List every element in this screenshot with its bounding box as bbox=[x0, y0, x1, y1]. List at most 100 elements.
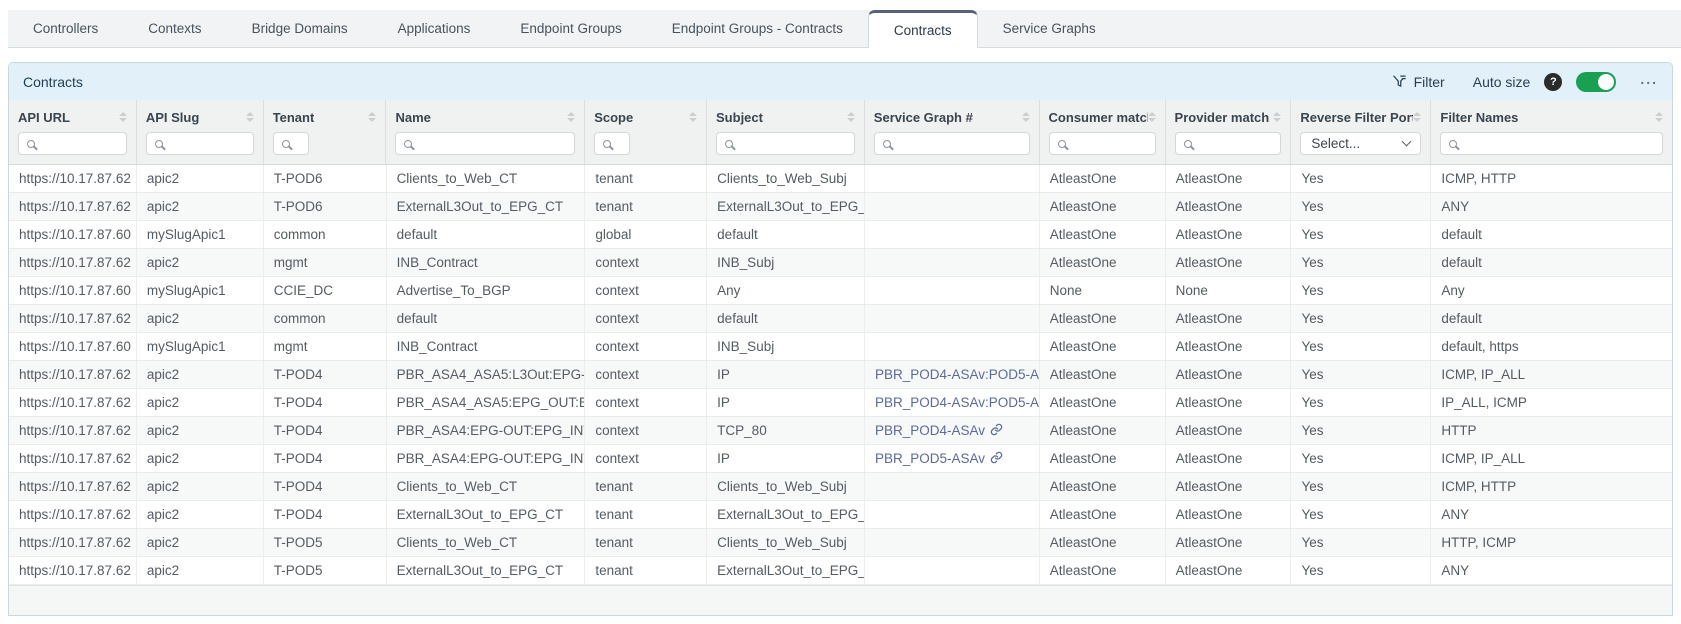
sort-icon[interactable] bbox=[1273, 112, 1281, 122]
cell-reverse_filter_ports: Yes bbox=[1291, 389, 1431, 416]
cell-reverse_filter_ports: Yes bbox=[1291, 193, 1431, 220]
column-search-input[interactable] bbox=[716, 132, 855, 155]
column-search-input[interactable] bbox=[146, 132, 254, 155]
column-search-input[interactable] bbox=[1440, 132, 1663, 155]
service-graph-link[interactable]: PBR_POD4-ASAv:POD5-ASAv bbox=[875, 367, 1040, 383]
sort-icon[interactable] bbox=[246, 112, 254, 122]
column-search-input[interactable] bbox=[395, 132, 575, 155]
table-row[interactable]: https://10.17.87.62apic2commondefaultcon… bbox=[9, 305, 1672, 333]
tab-endpoint-groups-contracts[interactable]: Endpoint Groups - Contracts bbox=[647, 10, 868, 47]
cell-consumer_match: AtleastOne bbox=[1040, 165, 1166, 192]
cell-provider_match: AtleastOne bbox=[1166, 305, 1292, 332]
column-header-api_url: API URL bbox=[9, 100, 137, 164]
help-icon[interactable]: ? bbox=[1544, 73, 1562, 91]
tab-service-graphs[interactable]: Service Graphs bbox=[978, 10, 1121, 47]
cell-consumer_match: AtleastOne bbox=[1040, 417, 1166, 444]
service-graph-link[interactable]: PBR_POD4-ASAv:POD5-ASAv bbox=[875, 395, 1040, 411]
cell-subject: IP bbox=[707, 445, 865, 472]
table-row[interactable]: https://10.17.87.62apic2T-POD4Clients_to… bbox=[9, 473, 1672, 501]
cell-subject: TCP_80 bbox=[707, 417, 865, 444]
search-icon bbox=[725, 140, 733, 148]
cell-filter_names: ANY bbox=[1431, 557, 1672, 584]
column-search-input[interactable] bbox=[1049, 132, 1156, 155]
cell-filter_names: HTTP, ICMP bbox=[1431, 529, 1672, 556]
column-search-input[interactable] bbox=[874, 132, 1030, 155]
service-graph-link[interactable]: PBR_POD5-ASAv bbox=[875, 451, 1003, 467]
column-header-label[interactable]: Service Graph # bbox=[874, 110, 973, 125]
tab-bridge-domains[interactable]: Bridge Domains bbox=[227, 10, 373, 47]
panel-toolbar: Filter Auto size ? ... bbox=[1392, 71, 1658, 93]
sort-icon[interactable] bbox=[689, 112, 697, 122]
cell-consumer_match: AtleastOne bbox=[1040, 193, 1166, 220]
cell-service_graph bbox=[865, 333, 1040, 360]
column-header-label[interactable]: Subject bbox=[716, 110, 763, 125]
table-row[interactable]: https://10.17.87.62apic2T-POD4ExternalL3… bbox=[9, 501, 1672, 529]
cell-subject: Clients_to_Web_Subj bbox=[707, 473, 865, 500]
column-header-label[interactable]: API Slug bbox=[146, 110, 199, 125]
sort-icon[interactable] bbox=[1022, 112, 1030, 122]
cell-name: ExternalL3Out_to_EPG_CT bbox=[387, 557, 586, 584]
sort-icon[interactable] bbox=[847, 112, 855, 122]
sort-icon[interactable] bbox=[368, 112, 376, 122]
tab-endpoint-groups[interactable]: Endpoint Groups bbox=[495, 10, 646, 47]
column-header-label[interactable]: Reverse Filter Ports bbox=[1300, 110, 1413, 125]
auto-size-toggle[interactable] bbox=[1576, 72, 1616, 92]
sort-icon[interactable] bbox=[567, 112, 575, 122]
cell-service_graph: PBR_POD4-ASAv:POD5-ASAv bbox=[865, 361, 1040, 388]
cell-api_slug: apic2 bbox=[137, 529, 264, 556]
sort-icon[interactable] bbox=[1655, 112, 1663, 122]
cell-reverse_filter_ports: Yes bbox=[1291, 445, 1431, 472]
tab-contracts[interactable]: Contracts bbox=[868, 10, 978, 48]
column-filter bbox=[395, 132, 575, 155]
table-row[interactable]: https://10.17.87.62apic2T-POD4PBR_ASA4_A… bbox=[9, 361, 1672, 389]
table-row[interactable]: https://10.17.87.62apic2T-POD4PBR_ASA4:E… bbox=[9, 445, 1672, 473]
tab-applications[interactable]: Applications bbox=[373, 10, 496, 47]
cell-scope: tenant bbox=[585, 529, 707, 556]
column-filter bbox=[1049, 132, 1156, 155]
sort-icon[interactable] bbox=[1413, 112, 1421, 122]
service-graph-link[interactable]: PBR_POD4-ASAv bbox=[875, 423, 1003, 439]
table-row[interactable]: https://10.17.87.62apic2mgmtINB_Contract… bbox=[9, 249, 1672, 277]
sort-icon[interactable] bbox=[1148, 112, 1156, 122]
column-header-label[interactable]: API URL bbox=[18, 110, 70, 125]
column-search-input[interactable] bbox=[594, 132, 630, 155]
cell-scope: tenant bbox=[585, 473, 707, 500]
table-row[interactable]: https://10.17.87.62apic2T-POD5ExternalL3… bbox=[9, 557, 1672, 585]
cell-service_graph bbox=[865, 529, 1040, 556]
table-row[interactable]: https://10.17.87.62apic2T-POD6Clients_to… bbox=[9, 165, 1672, 193]
cell-subject: Clients_to_Web_Subj bbox=[707, 165, 865, 192]
cell-tenant: CCIE_DC bbox=[264, 277, 387, 304]
tab-controllers[interactable]: Controllers bbox=[8, 10, 123, 47]
cell-api_slug: mySlugApic1 bbox=[137, 277, 264, 304]
table-row[interactable]: https://10.17.87.60mySlugApic1CCIE_DCAdv… bbox=[9, 277, 1672, 305]
column-header-label[interactable]: Name bbox=[395, 110, 430, 125]
column-search-input[interactable] bbox=[273, 132, 309, 155]
column-header-label[interactable]: Provider match bbox=[1175, 110, 1270, 125]
table-row[interactable]: https://10.17.87.62apic2T-POD5Clients_to… bbox=[9, 529, 1672, 557]
cell-filter_names: default bbox=[1431, 249, 1672, 276]
column-select[interactable]: Select... bbox=[1300, 132, 1421, 155]
service-graph-link-label: PBR_POD4-ASAv bbox=[875, 423, 985, 438]
cell-reverse_filter_ports: Yes bbox=[1291, 277, 1431, 304]
cell-scope: tenant bbox=[585, 165, 707, 192]
cell-api_url: https://10.17.87.62 bbox=[9, 501, 137, 528]
column-search-input[interactable] bbox=[1175, 132, 1282, 155]
tab-contexts[interactable]: Contexts bbox=[123, 10, 226, 47]
table-row[interactable]: https://10.17.87.62apic2T-POD4PBR_ASA4_A… bbox=[9, 389, 1672, 417]
column-header-label[interactable]: Filter Names bbox=[1440, 110, 1518, 125]
cell-api_slug: apic2 bbox=[137, 165, 264, 192]
column-header-label[interactable]: Tenant bbox=[273, 110, 315, 125]
filter-button[interactable]: Filter bbox=[1392, 73, 1445, 91]
table-row[interactable]: https://10.17.87.60mySlugApic1commondefa… bbox=[9, 221, 1672, 249]
table-row[interactable]: https://10.17.87.62apic2T-POD4PBR_ASA4:E… bbox=[9, 417, 1672, 445]
column-header-label[interactable]: Consumer match bbox=[1049, 110, 1148, 125]
more-menu-button[interactable]: ... bbox=[1640, 71, 1658, 93]
table-row[interactable]: https://10.17.87.62apic2T-POD6ExternalL3… bbox=[9, 193, 1672, 221]
column-header-label[interactable]: Scope bbox=[594, 110, 633, 125]
cell-name: Advertise_To_BGP bbox=[387, 277, 586, 304]
column-header-subject: Subject bbox=[707, 100, 865, 164]
column-search-input[interactable] bbox=[18, 132, 127, 155]
search-icon bbox=[1058, 140, 1066, 148]
table-row[interactable]: https://10.17.87.60mySlugApic1mgmtINB_Co… bbox=[9, 333, 1672, 361]
sort-icon[interactable] bbox=[119, 112, 127, 122]
